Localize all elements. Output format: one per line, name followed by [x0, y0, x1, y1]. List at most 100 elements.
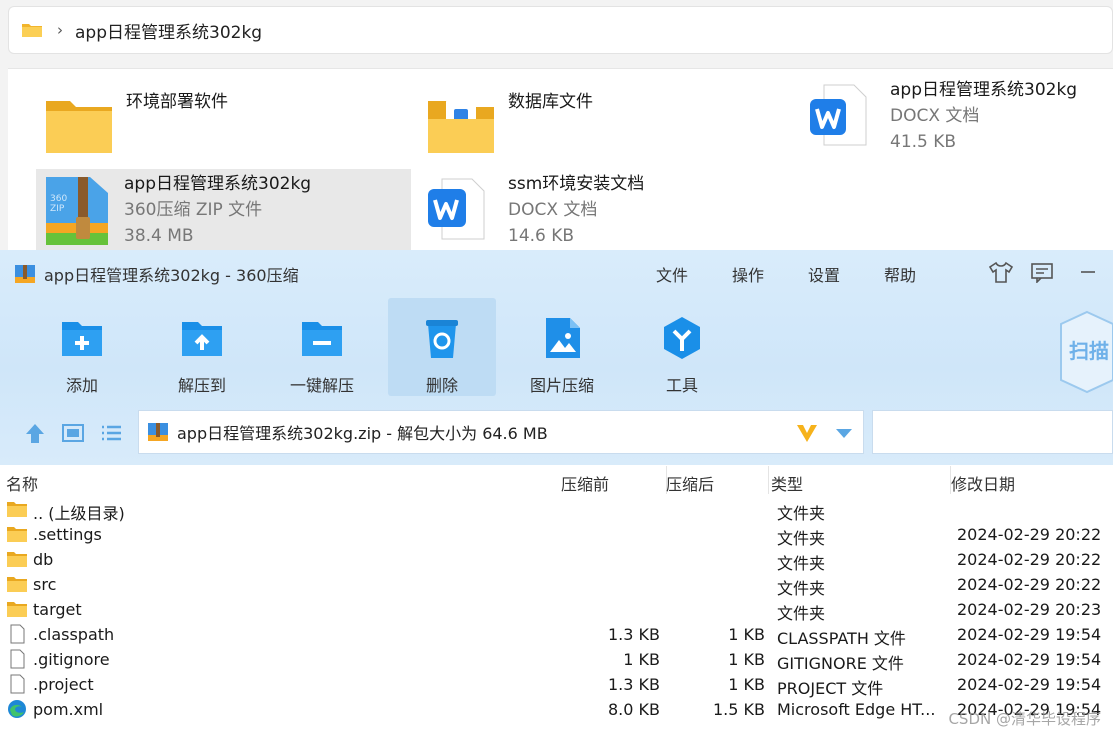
table-row[interactable]: src 文件夹 2024-02-29 20:22	[0, 572, 1113, 598]
row-size-after: 1.5 KB	[713, 700, 765, 719]
zip-archive-icon: 360 ZIP	[46, 177, 108, 245]
window-title-text: app日程管理系统302kg - 360压缩	[44, 266, 299, 285]
row-date: 2024-02-29 19:54	[957, 675, 1102, 694]
tools-icon	[664, 317, 700, 359]
thumbnail-view-icon[interactable]	[60, 420, 86, 446]
list-view-icon[interactable]	[98, 420, 124, 446]
row-name: .classpath	[33, 625, 115, 644]
one-click-extract-button[interactable]: 一键解压	[268, 298, 376, 396]
skin-shirt-icon[interactable]	[988, 260, 1014, 284]
file-icon	[10, 674, 25, 694]
file-tile[interactable]: 数据库文件	[426, 89, 593, 159]
add-button[interactable]: 添加	[28, 298, 136, 396]
row-name: pom.xml	[33, 700, 104, 719]
feedback-icon[interactable]	[1030, 261, 1054, 283]
column-type[interactable]: 类型	[771, 471, 803, 495]
table-row[interactable]: .project 1.3 KB 1 KB PROJECT 文件 2024-02-…	[0, 672, 1113, 698]
file-icon	[10, 649, 25, 669]
file-size: 38.4 MB	[124, 226, 194, 246]
table-row[interactable]: .gitignore 1 KB 1 KB GITIGNORE 文件 2024-0…	[0, 647, 1113, 673]
row-type: PROJECT 文件	[777, 679, 884, 698]
file-list: .. (上级目录) 文件夹 .settings 文件夹 2024-02-29 2…	[0, 497, 1113, 722]
row-size-before: 1.3 KB	[608, 625, 660, 644]
tools-button[interactable]: 工具	[628, 298, 736, 396]
zip-window: app日程管理系统302kg - 360压缩 文件 操作 设置 帮助 添加 解压…	[0, 250, 1113, 737]
window-title: app日程管理系统302kg - 360压缩	[14, 262, 299, 286]
row-type: 文件夹	[777, 504, 826, 523]
row-type: 文件夹	[777, 579, 826, 598]
v-logo-icon[interactable]	[795, 421, 819, 445]
row-size-after: 1 KB	[728, 625, 765, 644]
row-name: db	[33, 550, 54, 569]
scan-badge[interactable]: 扫描	[1057, 308, 1113, 396]
address-bar[interactable]: › app日程管理系统302kg	[8, 6, 1113, 54]
table-row[interactable]: .. (上级目录) 文件夹	[0, 497, 1113, 523]
zip-app-icon	[15, 265, 35, 283]
menu-file[interactable]: 文件	[656, 262, 688, 286]
file-size: 41.5 KB	[890, 132, 957, 152]
file-type: 360压缩 ZIP 文件	[124, 200, 263, 220]
row-size-before: 8.0 KB	[608, 700, 660, 719]
word-doc-icon	[428, 178, 485, 240]
extract-to-icon	[182, 322, 222, 356]
file-name: 数据库文件	[508, 92, 593, 112]
zip-file-icon	[148, 423, 168, 441]
table-row[interactable]: target 文件夹 2024-02-29 20:23	[0, 597, 1113, 623]
extract-to-button[interactable]: 解压到	[148, 298, 256, 396]
table-row[interactable]: .classpath 1.3 KB 1 KB CLASSPATH 文件 2024…	[0, 622, 1113, 648]
file-tile[interactable]: app日程管理系统302kg DOCX 文档 41.5 KB	[808, 77, 1077, 155]
row-type: 文件夹	[777, 529, 826, 548]
window-controls	[988, 260, 1098, 284]
row-type: 文件夹	[777, 554, 826, 573]
file-name: 环境部署软件	[126, 92, 228, 112]
column-after[interactable]: 压缩后	[666, 471, 714, 495]
add-icon	[62, 322, 102, 356]
breadcrumb-path[interactable]: app日程管理系统302kg	[75, 18, 262, 43]
files-pane: 环境部署软件 数据库文件 app日程管理系统302kg DOCX 文档 41.5…	[8, 68, 1113, 259]
table-row[interactable]: pom.xml 8.0 KB 1.5 KB Microsoft Edge HT.…	[0, 697, 1113, 722]
row-size-before: 1 KB	[623, 650, 660, 669]
breadcrumb-separator: ›	[57, 21, 63, 39]
file-tile[interactable]: ssm环境安装文档 DOCX 文档 14.6 KB	[426, 171, 644, 249]
search-input[interactable]	[872, 410, 1113, 454]
menu-settings[interactable]: 设置	[808, 262, 840, 286]
column-before[interactable]: 压缩前	[561, 471, 609, 495]
menu-bar: 文件 操作 设置 帮助	[656, 262, 960, 286]
chevron-down-icon[interactable]	[835, 427, 853, 439]
folder-icon	[7, 527, 27, 542]
table-row[interactable]: .settings 文件夹 2024-02-29 20:22	[0, 522, 1113, 548]
svg-text:360: 360	[50, 194, 67, 204]
delete-button[interactable]: 删除	[388, 298, 496, 396]
watermark: CSDN @清华毕设程序	[948, 710, 1101, 728]
up-arrow-icon[interactable]	[22, 420, 48, 446]
folder-icon	[22, 24, 42, 37]
folder-icon	[7, 502, 27, 517]
file-icon	[10, 624, 25, 644]
row-type: CLASSPATH 文件	[777, 629, 906, 648]
image-compress-button[interactable]: 图片压缩	[508, 298, 616, 396]
file-name: app日程管理系统302kg	[890, 80, 1078, 100]
file-tile-selected[interactable]: 360 ZIP app日程管理系统302kg 360压缩 ZIP 文件 38.4…	[36, 169, 411, 259]
zip-header: app日程管理系统302kg - 360压缩 文件 操作 设置 帮助 添加 解压…	[0, 250, 1113, 465]
folder-icon	[7, 577, 27, 592]
svg-text:ZIP: ZIP	[50, 204, 65, 214]
file-name: ssm环境安装文档	[508, 174, 645, 194]
row-date: 2024-02-29 19:54	[957, 625, 1102, 644]
row-name: .gitignore	[33, 650, 110, 669]
table-row[interactable]: db 文件夹 2024-02-29 20:22	[0, 547, 1113, 573]
menu-operate[interactable]: 操作	[732, 262, 764, 286]
add-label: 添加	[65, 376, 98, 395]
row-date: 2024-02-29 20:22	[957, 550, 1102, 569]
row-name: .project	[33, 675, 94, 694]
menu-help[interactable]: 帮助	[884, 262, 916, 286]
column-name[interactable]: 名称	[6, 471, 38, 495]
shield-scan-icon: 扫描	[1060, 310, 1113, 394]
file-tile[interactable]: 环境部署软件	[44, 89, 228, 159]
column-date[interactable]: 修改日期	[951, 471, 1015, 495]
minimize-icon[interactable]	[1078, 262, 1098, 282]
row-date: 2024-02-29 20:22	[957, 575, 1102, 594]
edge-icon	[8, 700, 26, 718]
row-size-after: 1 KB	[728, 675, 765, 694]
archive-path-box[interactable]: app日程管理系统302kg.zip - 解包大小为 64.6 MB	[138, 410, 864, 454]
row-size-after: 1 KB	[728, 650, 765, 669]
